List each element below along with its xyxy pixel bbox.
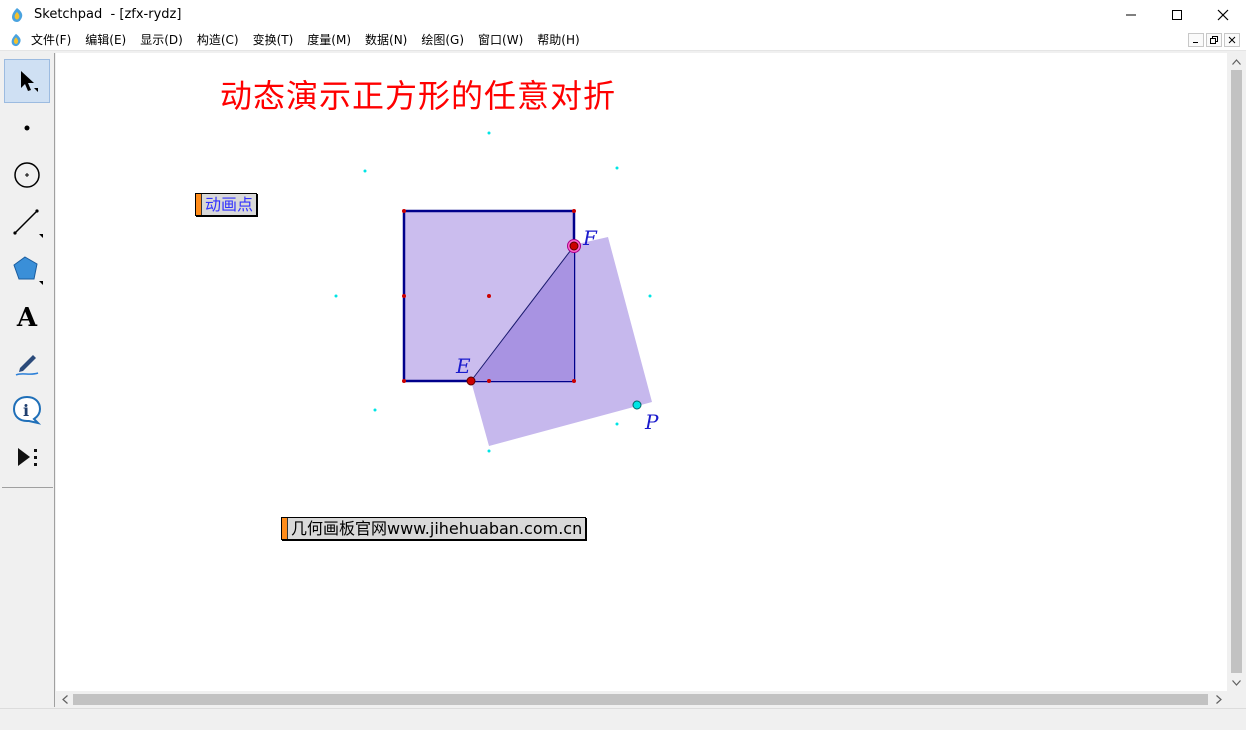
- menu-measure[interactable]: 度量(M): [307, 33, 351, 48]
- menu-bar: 文件(F) 编辑(E) 显示(D) 构造(C) 变换(T) 度量(M) 数据(N…: [0, 30, 1246, 51]
- menu-graph[interactable]: 绘图(G): [421, 33, 464, 48]
- scroll-down-button[interactable]: [1228, 674, 1245, 691]
- svg-text:A: A: [16, 303, 38, 331]
- chevron-left-icon: [61, 695, 68, 704]
- label-f[interactable]: F: [582, 226, 598, 250]
- chevron-up-icon: [1232, 58, 1241, 65]
- menu-transform[interactable]: 变换(T): [253, 33, 294, 48]
- text-tool[interactable]: A: [4, 294, 50, 338]
- maximize-icon: [1172, 10, 1182, 20]
- website-link-button[interactable]: 几何画板官网www.jihehuaban.com.cn: [281, 517, 587, 540]
- label-p[interactable]: P: [644, 410, 659, 434]
- toolbox-divider: [2, 487, 53, 488]
- close-button[interactable]: [1200, 0, 1246, 30]
- straightedge-tool[interactable]: [4, 200, 50, 244]
- geometry-drawing: E F P: [334, 131, 659, 453]
- menu-edit[interactable]: 编辑(E): [85, 33, 126, 48]
- window-title: Sketchpad - [zfx-rydz]: [34, 7, 182, 22]
- menu-data[interactable]: 数据(N): [365, 33, 407, 48]
- polygon-icon: [13, 256, 43, 285]
- arrow-tool[interactable]: [4, 59, 50, 103]
- marker-tool[interactable]: [4, 341, 50, 385]
- menu-construct[interactable]: 构造(C): [197, 33, 239, 48]
- toolbox: A i: [0, 53, 55, 707]
- label-e[interactable]: E: [455, 354, 471, 378]
- doc-close-button[interactable]: [1224, 33, 1240, 47]
- menu-file[interactable]: 文件(F): [31, 33, 71, 48]
- maximize-button[interactable]: [1154, 0, 1200, 30]
- menu-display[interactable]: 显示(D): [140, 33, 183, 48]
- svg-text:i: i: [23, 401, 29, 420]
- sketch-canvas[interactable]: 动态演示正方形的任意对折 动画点 E F P 几何画板官网www.jihehua…: [56, 53, 1227, 691]
- text-icon: A: [16, 303, 38, 331]
- point-tool[interactable]: [4, 106, 50, 150]
- scrollbar-corner: [1227, 691, 1246, 708]
- information-tool[interactable]: i: [4, 388, 50, 432]
- close-icon: [1228, 36, 1236, 44]
- custom-tools[interactable]: [4, 435, 50, 479]
- compass-icon: [14, 162, 40, 188]
- marker-icon: [15, 355, 39, 376]
- menu-items: 文件(F) 编辑(E) 显示(D) 构造(C) 变换(T) 度量(M) 数据(N…: [31, 33, 594, 48]
- point-e[interactable]: [466, 376, 476, 386]
- doc-restore-button[interactable]: [1206, 33, 1222, 47]
- point-p[interactable]: [632, 400, 642, 410]
- menu-help[interactable]: 帮助(H): [537, 33, 579, 48]
- vertical-scrollbar[interactable]: [1227, 53, 1246, 691]
- title-bar: Sketchpad - [zfx-rydz]: [0, 0, 1246, 30]
- information-icon: i: [12, 395, 42, 425]
- website-link-label: 几何画板官网www.jihehuaban.com.cn: [291, 519, 583, 538]
- scroll-up-button[interactable]: [1228, 53, 1245, 70]
- restore-icon: [1210, 36, 1218, 44]
- minimize-icon: [1193, 42, 1198, 43]
- status-bar: [0, 708, 1246, 730]
- horizontal-scrollbar[interactable]: [56, 691, 1227, 708]
- chevron-down-icon: [1232, 679, 1241, 686]
- sketchpad-window: Sketchpad - [zfx-rydz] 文件(F) 编辑(E) 显示(D)…: [0, 0, 1246, 730]
- scroll-right-button[interactable]: [1210, 691, 1227, 708]
- scroll-left-button[interactable]: [56, 691, 73, 708]
- chevron-right-icon: [1215, 695, 1222, 704]
- sketchpad-app-icon: [9, 7, 25, 23]
- polygon-tool[interactable]: [4, 247, 50, 291]
- vertical-scroll-thumb[interactable]: [1231, 70, 1242, 673]
- point-icon: [24, 125, 30, 131]
- point-f[interactable]: [569, 241, 579, 251]
- straightedge-icon: [13, 209, 43, 238]
- arrow-select-icon: [21, 71, 38, 92]
- menu-window[interactable]: 窗口(W): [478, 33, 523, 48]
- minimize-icon: [1126, 14, 1136, 16]
- minimize-button[interactable]: [1108, 0, 1154, 30]
- horizontal-scroll-thumb[interactable]: [73, 694, 1208, 705]
- doc-minimize-button[interactable]: [1188, 33, 1204, 47]
- document-window-controls: [1188, 33, 1240, 47]
- document-icon[interactable]: [9, 33, 23, 47]
- compass-tool[interactable]: [4, 153, 50, 197]
- custom-tools-icon: [18, 448, 37, 466]
- close-icon: [1217, 9, 1229, 21]
